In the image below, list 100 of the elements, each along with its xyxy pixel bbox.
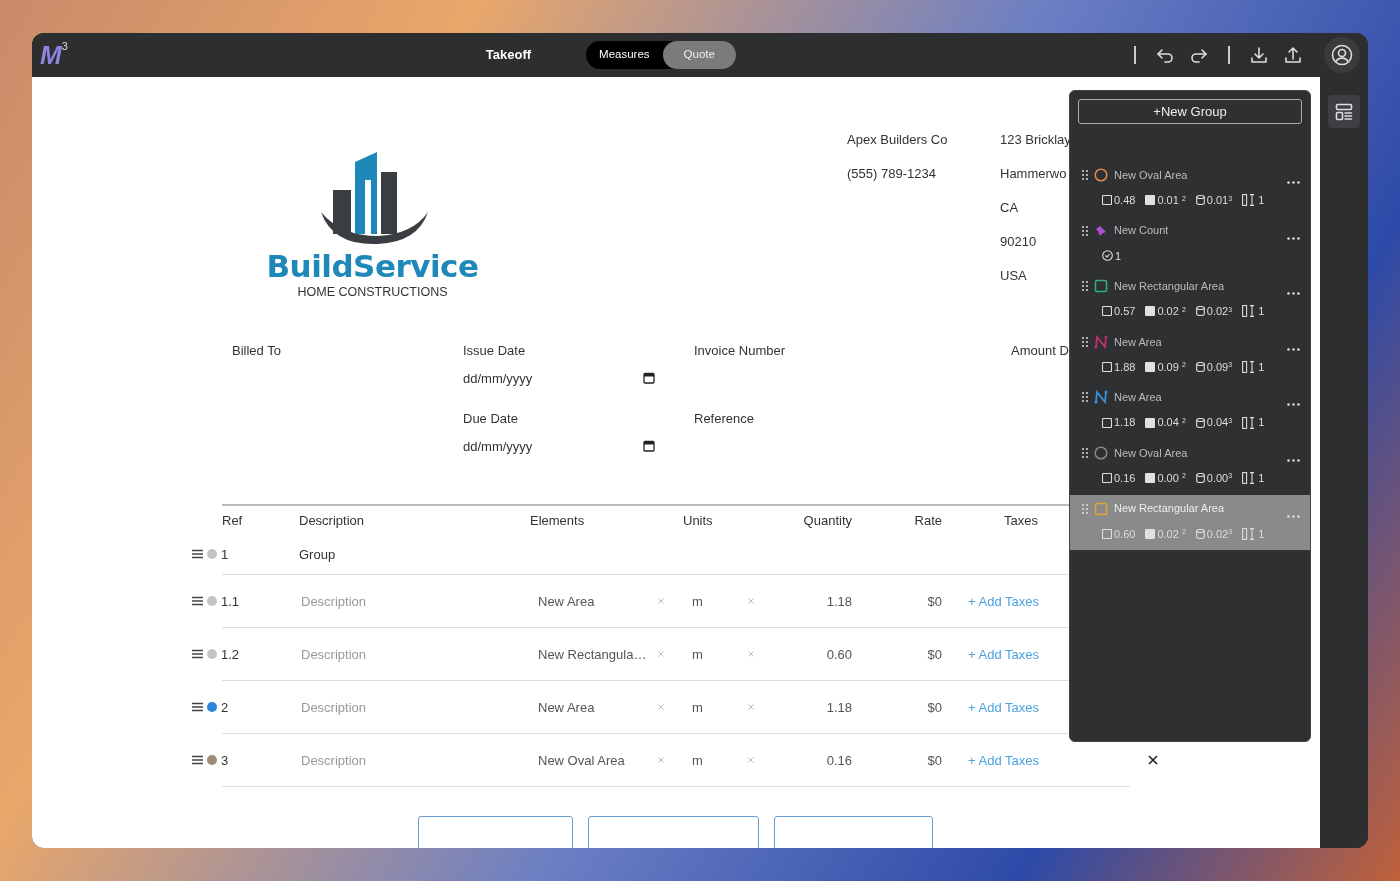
drag-handle-icon[interactable] <box>1082 503 1088 514</box>
footer-button[interactable] <box>588 816 759 848</box>
download-button[interactable] <box>1248 44 1270 66</box>
user-icon <box>1331 44 1353 66</box>
measure-value: 0.02 $^{2}$ <box>1157 526 1186 542</box>
element-name: New Oval Area <box>538 751 625 770</box>
unit-value: m <box>692 698 703 717</box>
address-line: USA <box>1000 268 1027 283</box>
rate-value: $0 <box>927 699 942 715</box>
brand-name: BuildService <box>266 250 479 283</box>
measure-item[interactable]: New Oval Area 0.16 0.00 $^{2}$ 0.00$^{3}$ 1 <box>1070 438 1310 495</box>
unit-value: m <box>692 751 703 770</box>
column-header: Rate <box>914 513 942 529</box>
measure-value: 0.02 $^{2}$ <box>1157 304 1186 320</box>
drag-handle-icon[interactable] <box>1082 281 1088 292</box>
mode-tab[interactable]: Quote <box>662 41 736 69</box>
column-header: Elements <box>530 513 585 529</box>
measure-item[interactable]: New Oval Area 0.48 0.01 $^{2}$ 0.01$^{3}$ 1 <box>1070 161 1310 217</box>
clear-icon <box>658 757 664 764</box>
footer-button[interactable] <box>418 816 573 848</box>
logo: M$^{3}$ <box>40 42 68 68</box>
cylinder-icon <box>1195 417 1205 428</box>
upload-button[interactable] <box>1282 44 1304 66</box>
measure-value: 1 <box>1258 415 1265 431</box>
drag-handle-icon[interactable] <box>192 596 203 607</box>
drag-handle-icon[interactable] <box>192 702 203 713</box>
footer-button[interactable] <box>774 816 933 848</box>
bracket-icon <box>1242 472 1257 485</box>
layout-icon <box>1335 102 1353 121</box>
description-field[interactable]: Description <box>299 644 419 665</box>
calendar-icon <box>643 440 655 453</box>
element-name: New Rectangula… <box>538 645 647 664</box>
drag-handle-icon[interactable] <box>192 755 203 766</box>
measure-value: 0.09$^{3}$ <box>1206 359 1233 375</box>
measure-value: 0.48 <box>1114 193 1136 208</box>
field-label: Amount D <box>1011 343 1069 359</box>
more-icon <box>1287 514 1300 518</box>
more-icon <box>1287 403 1300 407</box>
rate-value: $0 <box>927 646 942 662</box>
quantity-value: 0.16 <box>826 752 852 768</box>
panel-toggle-button[interactable] <box>1328 95 1360 128</box>
square-outline-icon <box>1102 528 1112 539</box>
more-options-button[interactable] <box>1287 292 1300 296</box>
measure-value: 1.18 <box>1114 415 1136 431</box>
description-field[interactable]: Description <box>299 697 419 718</box>
bracket-icon <box>1242 527 1257 540</box>
square-outline-icon <box>1102 306 1112 317</box>
close-icon[interactable] <box>1148 755 1158 766</box>
measure-name: New Area <box>1114 334 1162 350</box>
drag-handle-icon[interactable] <box>1082 225 1088 236</box>
measure-value: 1 <box>1258 193 1265 208</box>
quantity-value: 1.18 <box>826 593 852 609</box>
clear-icon <box>748 598 754 605</box>
mode-tab[interactable]: Measures <box>586 41 663 69</box>
measure-item[interactable]: New Count 1 <box>1070 216 1310 273</box>
more-options-button[interactable] <box>1287 458 1300 462</box>
description-field[interactable]: Description <box>299 591 419 612</box>
drag-handle-icon[interactable] <box>192 649 203 660</box>
measure-value: 1 <box>1258 359 1265 375</box>
measure-item[interactable]: New Area 1.88 0.09 $^{2}$ 0.09$^{3}$ 1 <box>1070 327 1310 384</box>
filled-square-icon <box>1145 306 1156 317</box>
element-name: New Area <box>538 592 595 611</box>
drag-handle-icon[interactable] <box>1082 392 1088 403</box>
drag-handle-icon[interactable] <box>1082 336 1088 347</box>
measure-item[interactable]: New Area 1.18 0.04 $^{2}$ 0.04$^{3}$ 1 <box>1070 383 1310 439</box>
filled-square-icon <box>1145 362 1156 373</box>
check-circle-icon <box>1102 250 1113 262</box>
brand-tagline: HOME CONSTRUCTIONS <box>297 283 448 301</box>
bracket-icon <box>1242 416 1257 429</box>
company-info: (555) 789-1234 <box>847 165 937 183</box>
ref-number: 1.2 <box>221 645 240 664</box>
measure-name: New Oval Area <box>1114 445 1188 461</box>
calendar-icon <box>643 372 655 385</box>
more-options-button[interactable] <box>1287 403 1300 407</box>
user-button[interactable] <box>1324 37 1360 73</box>
filled-square-icon <box>1145 417 1156 428</box>
quantity-value: 1.18 <box>826 699 852 715</box>
measure-value: 0.04$^{3}$ <box>1206 415 1233 431</box>
description-field[interactable]: Description <box>299 750 419 771</box>
measure-value: 0.16 <box>1114 470 1136 486</box>
cylinder-icon <box>1195 306 1205 317</box>
square-outline-icon <box>1102 362 1112 373</box>
field-label: Reference <box>694 411 754 427</box>
more-options-button[interactable] <box>1287 181 1300 184</box>
clear-icon <box>658 598 664 605</box>
measure-name: New Rectangular Area <box>1114 278 1225 294</box>
square-outline-icon <box>1102 195 1112 206</box>
measure-item[interactable]: New Rectangular Area 0.57 0.02 $^{2}$ 0.02$^{3}$ 1 <box>1070 272 1310 328</box>
ref-number: 1.1 <box>221 592 240 611</box>
address-line: Hammerwo <box>1000 166 1067 181</box>
measure-value: 0.04 $^{2}$ <box>1157 415 1186 431</box>
new-group-button[interactable]: +New Group <box>1078 99 1302 124</box>
drag-handle-icon[interactable] <box>1082 170 1088 180</box>
measure-value: 0.57 <box>1114 304 1136 320</box>
more-options-button[interactable] <box>1287 236 1300 240</box>
bracket-icon <box>1242 194 1257 207</box>
drag-handle-icon[interactable] <box>1082 447 1088 458</box>
measure-value: 0.02$^{3}$ <box>1206 304 1233 320</box>
drag-handle-icon[interactable] <box>192 549 203 560</box>
more-options-button[interactable] <box>1287 347 1300 351</box>
